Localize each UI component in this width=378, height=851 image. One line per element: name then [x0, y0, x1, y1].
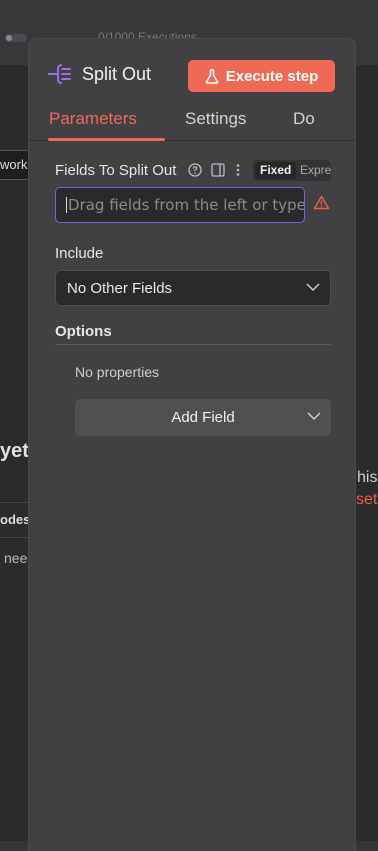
split-out-icon: [48, 64, 71, 84]
text-caret: [66, 197, 67, 213]
mode-expression[interactable]: Expression: [300, 162, 331, 179]
include-select[interactable]: No Other Fields: [55, 270, 331, 306]
tab-parameters[interactable]: Parameters: [49, 109, 137, 129]
workflow-active-toggle[interactable]: [5, 34, 27, 42]
warning-icon: [313, 195, 330, 210]
fields-to-split-placeholder: Drag fields from the left or type th: [68, 196, 305, 214]
background-fragment-work[interactable]: work: [0, 150, 30, 180]
background-fragment-this: his: [357, 469, 378, 486]
fields-to-split-input[interactable]: Drag fields from the left or type th: [55, 187, 305, 223]
active-tab-indicator: [48, 138, 165, 141]
panel-toggle-icon[interactable]: [211, 163, 225, 177]
chevron-down-icon: [307, 412, 321, 421]
fixed-expression-toggle[interactable]: Fixed Expression: [253, 160, 331, 181]
mode-fixed[interactable]: Fixed: [255, 162, 297, 179]
execute-step-button[interactable]: Execute step: [188, 60, 335, 92]
background-fragment-nodes: odes: [0, 512, 31, 527]
more-options-icon[interactable]: [235, 163, 241, 177]
add-field-label: Add Field: [171, 409, 235, 426]
panel-tabs: Parameters Settings Do: [29, 109, 355, 141]
background-fragment-heading: yet: [0, 440, 29, 462]
flask-icon: [205, 68, 219, 84]
include-value: No Other Fields: [67, 280, 173, 297]
options-divider: [55, 344, 331, 345]
help-icon[interactable]: [188, 163, 202, 177]
include-label: Include: [55, 245, 104, 262]
fields-to-split-label: Fields To Split Out: [55, 162, 177, 179]
panel-header: Split Out Execute step Parameters Settin…: [29, 39, 355, 141]
options-label: Options: [55, 323, 112, 340]
no-properties-text: No properties: [75, 364, 160, 380]
execute-step-label: Execute step: [225, 67, 319, 85]
tab-settings[interactable]: Settings: [185, 109, 246, 129]
divider: [0, 537, 30, 538]
tab-docs[interactable]: Do: [293, 109, 315, 129]
chevron-down-icon: [306, 283, 320, 292]
background-fragment-set-link[interactable]: set: [356, 491, 377, 509]
divider: [0, 502, 30, 503]
node-title[interactable]: Split Out: [82, 64, 151, 85]
background-fragment-need: nee: [4, 550, 28, 566]
add-field-button[interactable]: Add Field: [75, 399, 331, 436]
node-details-panel: Split Out Execute step Parameters Settin…: [28, 38, 356, 851]
